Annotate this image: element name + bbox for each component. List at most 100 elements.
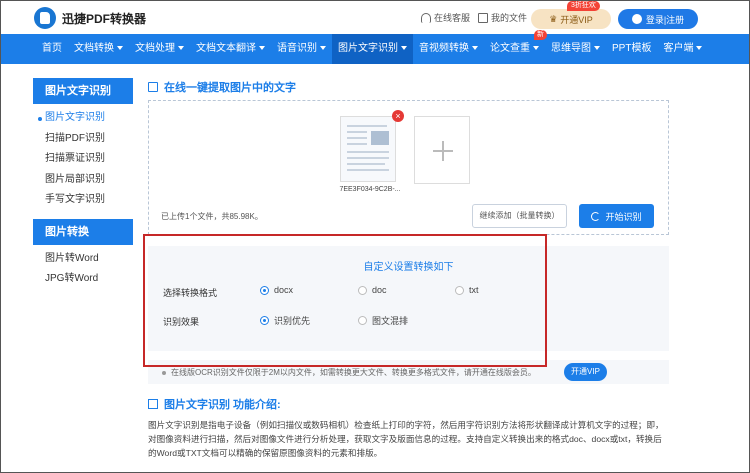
sidebar-group-list: 图片文字识别 扫描PDF识别 扫描票证识别 图片局部识别 手写文字识别: [33, 104, 133, 217]
sidebar-item[interactable]: 扫描票证识别: [33, 149, 133, 170]
nav-item-label: 图片文字识别: [338, 43, 398, 54]
radio-label: 图文混排: [372, 316, 409, 326]
nav-item-label: 文档转换: [74, 43, 114, 54]
sidebar-group-list: 图片转Word JPG转Word: [33, 244, 133, 296]
nav-item-label: 文档文本翻译: [196, 43, 256, 54]
start-recognize-button[interactable]: 开始识别: [579, 204, 654, 228]
radio-label: docx: [274, 285, 294, 295]
nav-item-label: 音视频转换: [419, 43, 469, 54]
sidebar-item[interactable]: 图片文字识别: [33, 108, 133, 129]
login-button[interactable]: 登录|注册: [618, 9, 698, 29]
nav-item-label: PPT模板: [612, 43, 652, 54]
nav-item[interactable]: 文档处理: [129, 34, 190, 64]
nav-item[interactable]: 首页: [36, 34, 68, 64]
my-files-label: 我的文件: [491, 13, 528, 23]
nav-item[interactable]: 思维导图: [545, 34, 606, 64]
vip-label: 开通VIP: [560, 14, 593, 25]
radio-option[interactable]: 图文混排: [358, 314, 408, 327]
sidebar-group-title: 图片文字识别: [33, 78, 133, 104]
logo[interactable]: 迅捷PDF转换器: [34, 7, 146, 29]
nav-item-label: 论文查重: [490, 43, 530, 54]
sidebar-item[interactable]: 图片局部识别: [33, 170, 133, 191]
nav-item[interactable]: 语音识别: [271, 34, 332, 64]
radio-option[interactable]: docx: [260, 285, 293, 295]
radio-label: doc: [372, 285, 387, 295]
chevron-down-icon: [178, 46, 184, 51]
image-icon: [148, 82, 158, 92]
chevron-down-icon: [533, 46, 539, 51]
intro-text: 图片文字识别是指电子设备（例如扫描仪或数码相机）检查纸上打印的字符，然后用字符识…: [148, 420, 664, 458]
file-name: 7EE3F034-9C2B-...: [339, 186, 401, 193]
radio-label: txt: [469, 285, 479, 295]
nav-item-label: 思维导图: [551, 43, 591, 54]
vip-button[interactable]: ♛ 开通VIP: [531, 9, 611, 29]
notice-bar: 在线版OCR识别文件仅限于2M以内文件，如需转换更大文件、转换更多格式文件，请开…: [148, 360, 669, 384]
nav-item-label: 首页: [42, 43, 62, 54]
radio-option[interactable]: doc: [358, 285, 387, 295]
radio-option[interactable]: 识别优先: [260, 314, 310, 327]
intro-title: 图片文字识别 功能介绍:: [148, 396, 281, 412]
chevron-down-icon: [259, 46, 265, 51]
effect-label: 识别效果: [163, 317, 200, 327]
nav-item-label: 客户端: [663, 43, 694, 54]
my-files-link[interactable]: 我的文件: [478, 11, 527, 24]
remove-file-icon[interactable]: ×: [392, 110, 404, 122]
sidebar-item[interactable]: 图片转Word: [33, 249, 133, 270]
nav-item[interactable]: 图片文字识别: [332, 34, 413, 64]
logo-icon: [34, 7, 56, 29]
chevron-down-icon: [320, 46, 326, 51]
sidebar-item[interactable]: JPG转Word: [33, 269, 133, 290]
notice-text: 在线版OCR识别文件仅限于2M以内文件，如需转换更大文件、转换更多格式文件，请开…: [162, 367, 536, 378]
nav-item[interactable]: 论文查重新: [484, 30, 547, 64]
chevron-down-icon: [594, 46, 600, 51]
nav-item[interactable]: 文档转换: [68, 34, 129, 64]
radio-icon: [358, 316, 367, 325]
top-header: 迅捷PDF转换器 在线客服 我的文件 ♛ 开通VIP 3折狂欢 登录|注册: [1, 1, 749, 34]
book-icon: [148, 399, 158, 409]
intro-title-text: 图片文字识别 功能介绍:: [164, 399, 281, 411]
format-label: 选择转换格式: [163, 288, 218, 298]
radio-label: 识别优先: [274, 316, 311, 326]
radio-icon: [260, 316, 269, 325]
upload-area[interactable]: × 7EE3F034-9C2B-... 已上传1个文件，共85.98K。 继续添…: [148, 100, 669, 235]
logo-text: 迅捷PDF转换器: [62, 11, 147, 26]
nav-item-label: 文档处理: [135, 43, 175, 54]
settings-title: 自定义设置转换如下: [363, 262, 454, 273]
main-nav: 首页 文档转换 文档处理 文档文本翻译 语音识别 图片文字识别 音视频转换 论文查重新思维导图…: [1, 30, 749, 64]
chevron-down-icon: [696, 46, 703, 51]
radio-icon: [455, 285, 464, 295]
sidebar-group-title: 图片转换: [33, 218, 133, 245]
sidebar-item[interactable]: 手写文字识别: [33, 190, 133, 211]
nav-item-label: 语音识别: [277, 43, 317, 54]
radio-icon: [358, 285, 367, 295]
file-thumbnail[interactable]: [340, 116, 396, 182]
sidebar-item[interactable]: 扫描PDF识别: [33, 129, 133, 150]
customer-service-label: 在线客服: [434, 13, 471, 23]
refresh-icon: [591, 211, 601, 221]
user-icon: [631, 14, 642, 24]
upload-info: 已上传1个文件，共85.98K。: [161, 212, 263, 221]
nav-item[interactable]: 文档文本翻译: [190, 34, 271, 64]
radio-option[interactable]: txt: [455, 285, 479, 295]
chevron-down-icon: [401, 46, 407, 51]
continue-add-button[interactable]: 继续添加（批量转换）: [472, 204, 567, 228]
radio-icon: [260, 285, 269, 295]
sidebar: 图片文字识别 图片文字识别 扫描PDF识别 扫描票证识别 图片局部识别 手写文字识别 图…: [33, 78, 133, 296]
add-file-button[interactable]: [414, 116, 470, 184]
login-label: 登录|注册: [645, 14, 685, 25]
section-title: 在线一键提取图片中的文字: [148, 79, 296, 95]
crown-icon: ♛: [549, 13, 558, 24]
chevron-down-icon: [117, 46, 123, 51]
settings-panel: 自定义设置转换如下 选择转换格式 docx doc txt 识别效果 识别优先 图文混…: [148, 246, 669, 351]
customer-service-link[interactable]: 在线客服: [421, 11, 470, 24]
open-vip-button[interactable]: 开通VIP: [564, 363, 607, 381]
chevron-down-icon: [472, 46, 478, 51]
section-title-text: 在线一键提取图片中的文字: [164, 82, 296, 94]
vip-promo-badge: 3折狂欢: [567, 1, 600, 11]
nav-item[interactable]: 客户端: [657, 34, 708, 64]
headset-icon: [421, 12, 431, 23]
nav-item[interactable]: PPT模板: [606, 34, 657, 64]
start-recognize-label: 开始识别: [605, 211, 642, 222]
nav-item[interactable]: 音视频转换: [413, 34, 484, 64]
document-icon: [478, 12, 488, 23]
